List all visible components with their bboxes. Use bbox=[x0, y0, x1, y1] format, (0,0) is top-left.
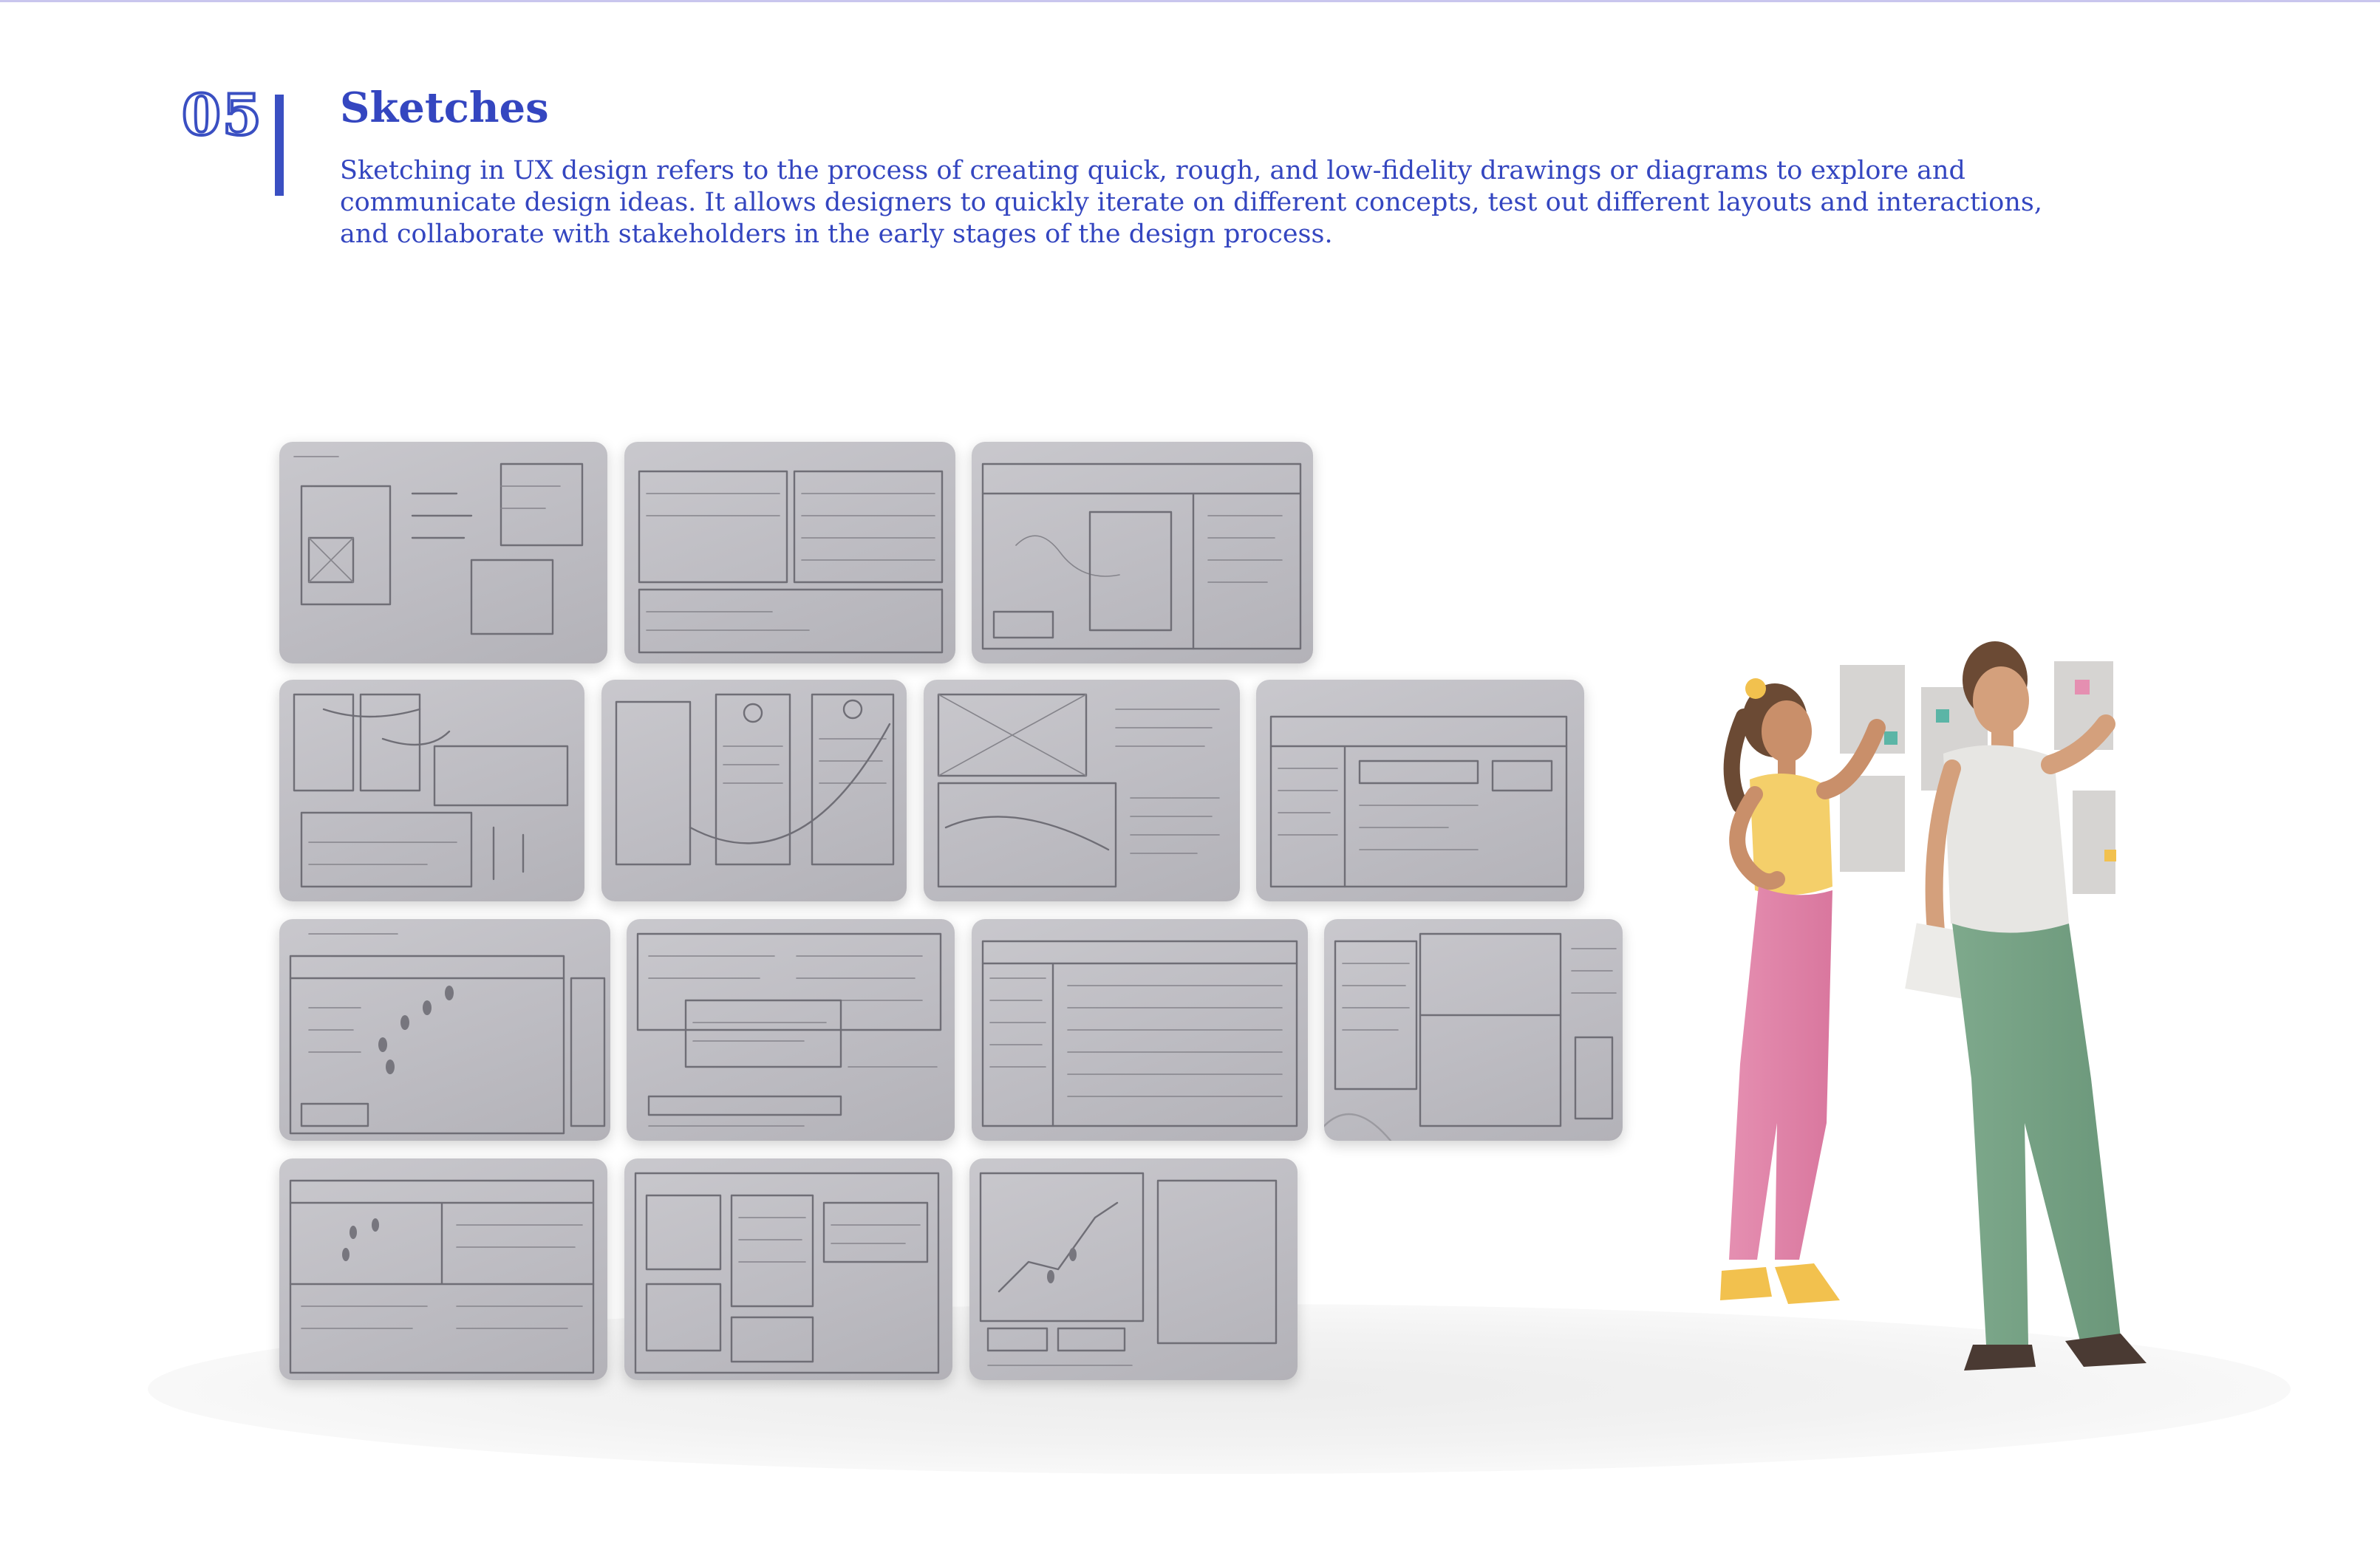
sketch-photo-6[interactable] bbox=[924, 680, 1240, 901]
section-number: 05 bbox=[180, 82, 263, 148]
sketch-photo-8[interactable] bbox=[279, 919, 610, 1141]
section-title: Sketches bbox=[340, 83, 549, 132]
team-illustration bbox=[1720, 641, 2147, 1371]
sketch-photo-12[interactable] bbox=[279, 1158, 607, 1380]
section-description: Sketching in UX design refers to the pro… bbox=[340, 156, 2042, 249]
sketch-photo-9[interactable] bbox=[627, 919, 955, 1141]
sketch-photo-2[interactable] bbox=[624, 442, 955, 663]
sketch-photo-1[interactable] bbox=[279, 442, 607, 663]
sketch-photo-4[interactable] bbox=[279, 680, 584, 901]
sketch-photo-7[interactable] bbox=[1256, 680, 1584, 901]
top-divider bbox=[0, 0, 2380, 2]
sketch-photo-11[interactable] bbox=[1324, 919, 1623, 1141]
sketch-photo-5[interactable] bbox=[601, 680, 907, 901]
sketch-photo-3[interactable] bbox=[972, 442, 1313, 663]
sketch-photo-14[interactable] bbox=[969, 1158, 1298, 1380]
section-accent-bar bbox=[275, 95, 284, 196]
sketch-photo-13[interactable] bbox=[624, 1158, 952, 1380]
sketch-photo-10[interactable] bbox=[972, 919, 1308, 1141]
